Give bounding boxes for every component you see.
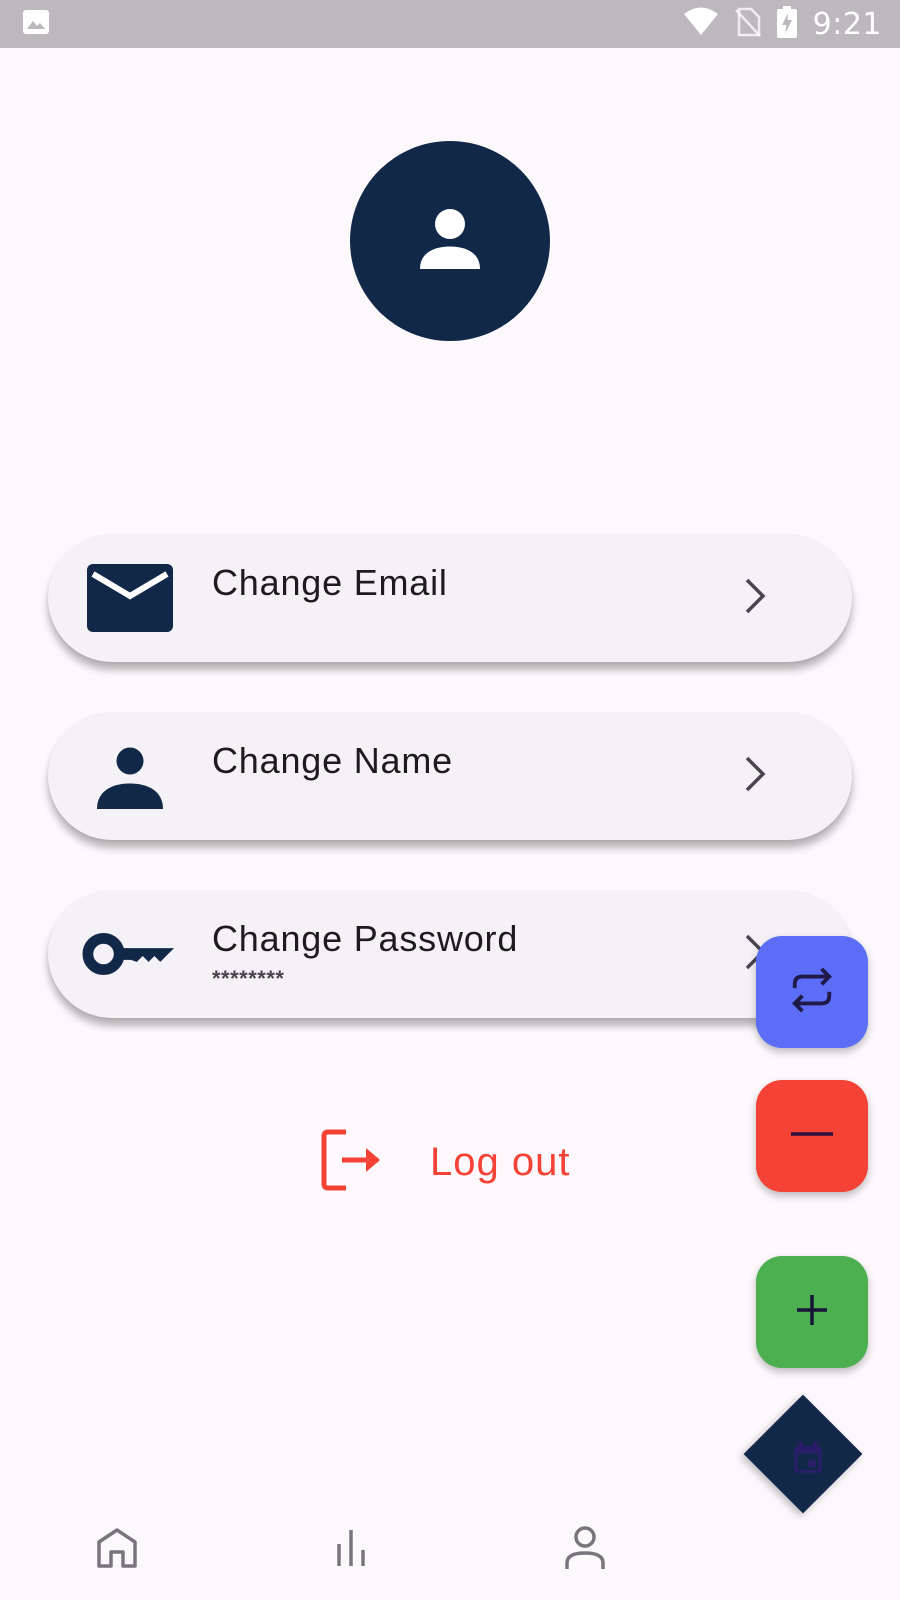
status-left xyxy=(22,9,50,40)
change-email-label: Change Email xyxy=(212,562,448,603)
logout-icon xyxy=(320,1128,384,1197)
plus-fab[interactable] xyxy=(756,1256,868,1368)
profile-icon xyxy=(563,1525,607,1576)
nav-stats[interactable] xyxy=(319,1518,383,1582)
person-icon xyxy=(405,194,495,289)
person-icon xyxy=(84,736,176,816)
change-name-card[interactable]: Change Name xyxy=(48,712,852,840)
status-bar: 9:21 xyxy=(0,0,900,48)
image-icon xyxy=(22,9,50,40)
swap-fab[interactable] xyxy=(756,936,868,1048)
bar-chart-icon xyxy=(331,1528,371,1573)
change-name-label: Change Name xyxy=(212,740,453,781)
password-mask: ******** xyxy=(212,966,285,991)
nav-home[interactable] xyxy=(85,1518,149,1582)
calendar-icon[interactable] xyxy=(790,1440,826,1476)
status-right: 9:21 xyxy=(667,5,882,43)
no-sim-icon xyxy=(734,7,761,42)
bottom-navigation xyxy=(0,1500,900,1600)
logout-button[interactable]: Log out xyxy=(320,1128,620,1197)
logout-label: Log out xyxy=(430,1139,571,1184)
status-time: 9:21 xyxy=(812,6,882,42)
minus-fab[interactable] xyxy=(756,1080,868,1192)
plus-icon xyxy=(794,1292,830,1333)
home-icon xyxy=(95,1526,139,1575)
battery-charging-icon xyxy=(776,5,797,43)
avatar[interactable] xyxy=(350,141,550,341)
swap-icon xyxy=(789,967,835,1018)
chevron-right-icon xyxy=(735,752,775,796)
wifi-icon xyxy=(683,7,719,42)
change-email-card[interactable]: Change Email xyxy=(48,534,852,662)
email-icon xyxy=(84,558,176,638)
change-password-card[interactable]: Change Password ******** xyxy=(48,890,852,1018)
change-password-label: Change Password xyxy=(212,918,519,959)
nav-profile[interactable] xyxy=(553,1518,617,1582)
minus-icon xyxy=(789,1111,835,1162)
chevron-right-icon xyxy=(735,574,775,618)
key-icon xyxy=(82,914,174,994)
